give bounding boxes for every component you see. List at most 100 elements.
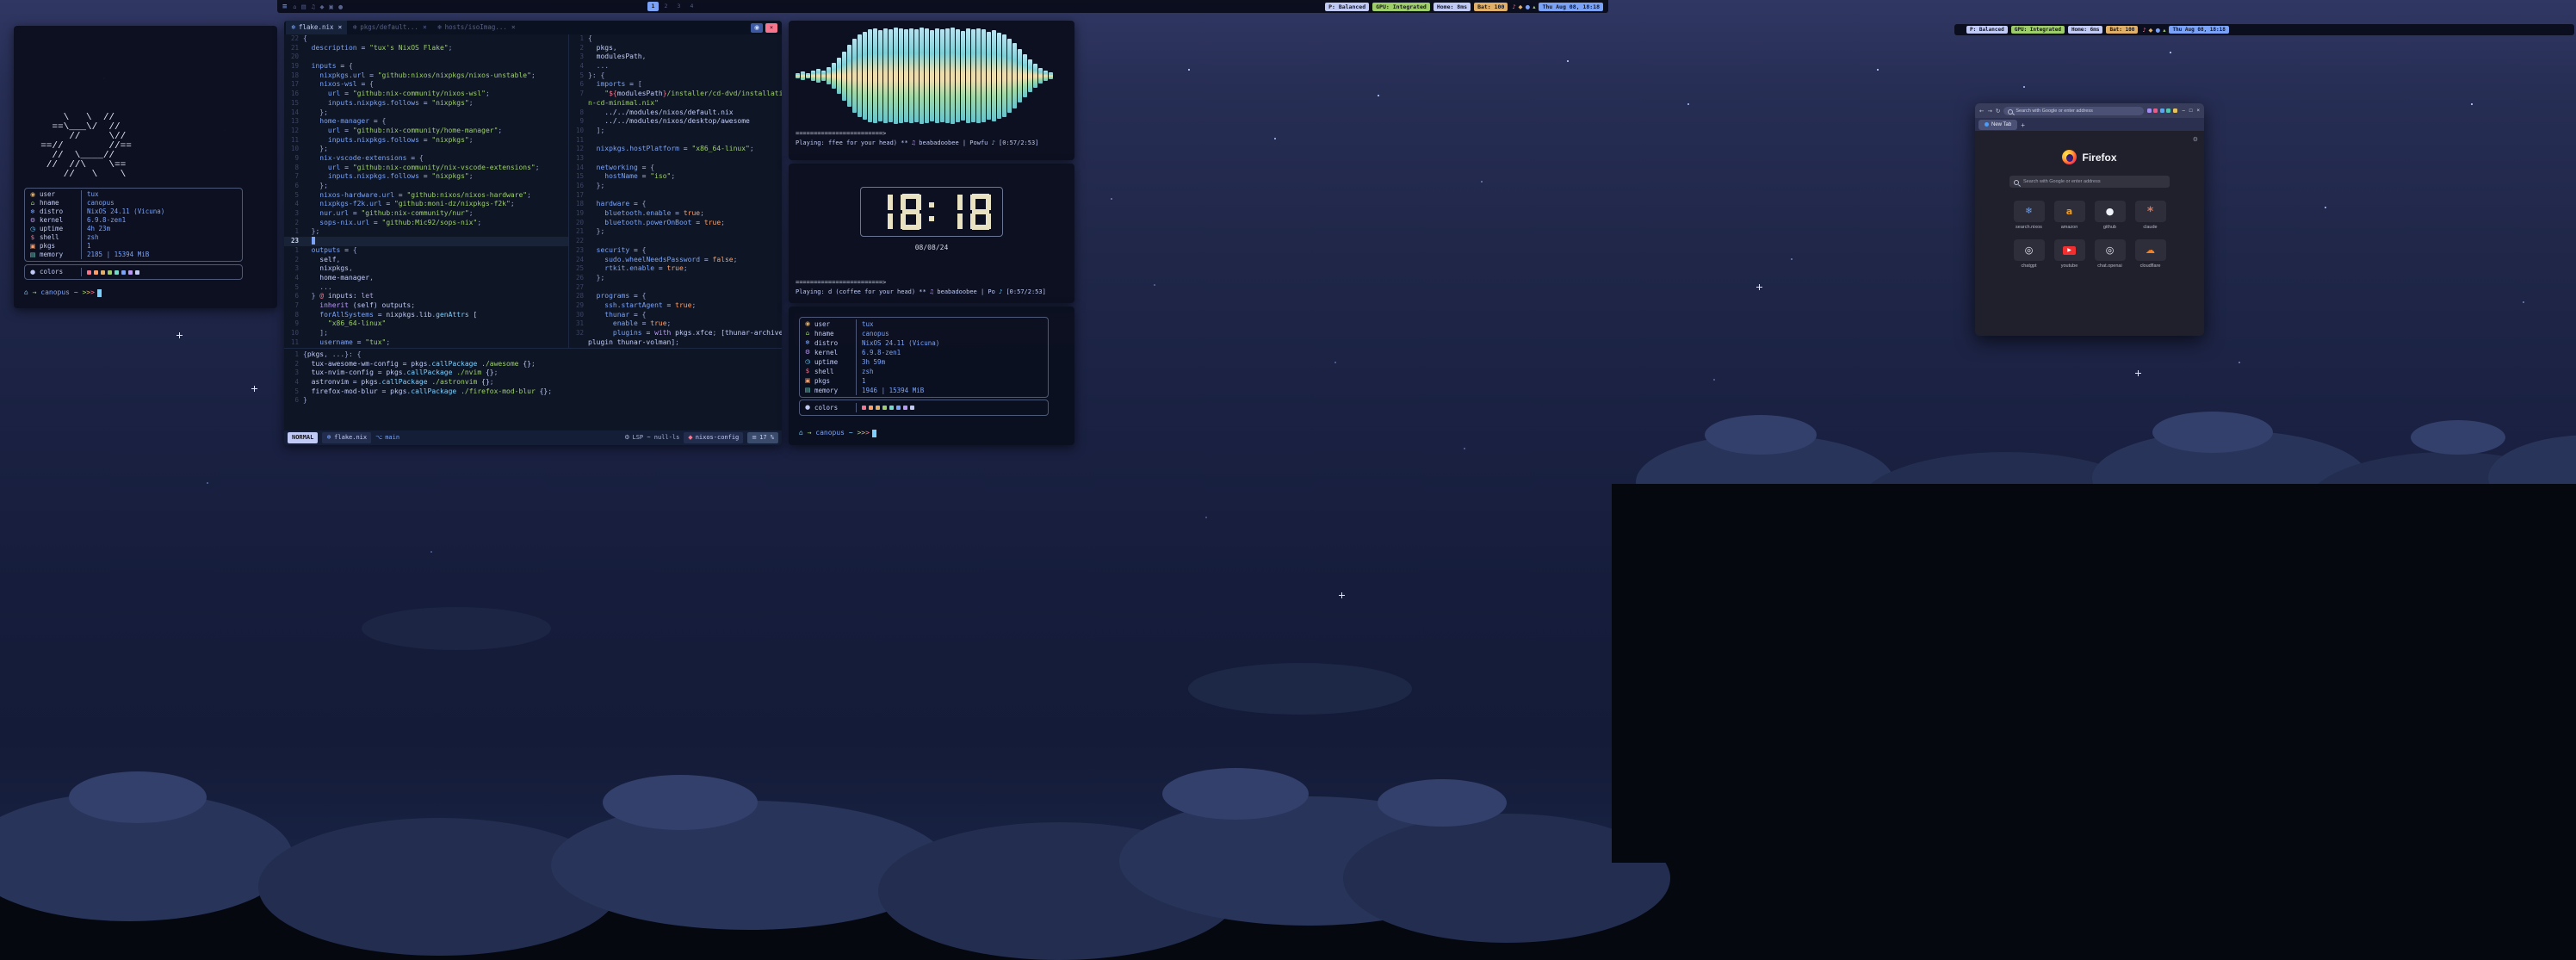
gear-icon[interactable]: ⚙ [2193,136,2198,143]
minimize-button[interactable]: – [2183,108,2185,114]
workspace-3[interactable]: 3 [673,2,684,11]
fetch-label: ⚙kernel [25,216,82,225]
hname-icon: ⌂ [804,329,811,338]
token: modulesPath [617,90,663,97]
code-line: 15 inputs.nixpkgs.follows = "nixpkgs"; [284,99,568,108]
buffer-pkgs-default[interactable]: 1{pkgs, ...}: {2 tux-awesome-wm-config =… [284,348,782,430]
token: = [337,62,349,70]
nav--icon[interactable]: ← [1979,108,1984,115]
nav--icon[interactable]: → [1987,108,1991,115]
tray-icon[interactable]: ▴ [2163,27,2165,34]
extension-icon[interactable] [2160,108,2164,113]
url-bar[interactable] [2003,107,2143,115]
code-text: } @ inputs: let [303,292,568,301]
line-number: 6 [569,80,588,90]
extension-icon[interactable] [2173,108,2177,113]
editor-tab-flake-nix[interactable]: ❄flake.nix× [286,21,347,34]
editor-tab-pkgs-default[interactable]: ❄pkgs/default...× [347,21,431,34]
shortcut-claude[interactable]: *claude [2132,201,2170,230]
maximize-button[interactable]: □ [2189,108,2193,114]
workspace-2[interactable]: 2 [660,2,672,11]
fetch-row: ◷uptime4h 23m [25,225,242,233]
shortcut-chat-openai[interactable]: ◎chat.openai [2091,239,2129,269]
shortcut-icon-card: ▶ [2054,239,2085,261]
token: callPackage [431,360,477,368]
tray-icon[interactable]: ● [1526,3,1531,10]
token: }; [597,227,605,235]
clock-chip[interactable]: Thu Aug 08, 18:18 [2169,26,2228,34]
tray-icon[interactable]: ◆ [2149,27,2153,34]
token [588,329,613,337]
browser-tab-new-tab[interactable]: New Tab [1978,120,2017,130]
token [303,246,312,254]
bar-chip-bat-100: Bat: 100 [2106,26,2138,34]
tray-icon[interactable]: ◆ [1519,3,1523,10]
code-line: 22{ [284,34,568,44]
code-text: nix-vscode-extensions = { [303,154,568,164]
workspace-4[interactable]: 4 [686,2,697,11]
shortcut-amazon[interactable]: aamazon [2051,201,2089,230]
extension-icon[interactable] [2166,108,2170,113]
close-button[interactable]: × [2196,108,2200,114]
token [588,319,613,327]
token: pkgs [307,350,324,358]
editor-close-button[interactable]: × [765,23,777,33]
editor-eye-button[interactable]: ◉ [751,23,763,33]
code-line: 4 ... [569,62,782,71]
tray-icon[interactable]: ♪ [1512,3,1515,10]
workspace-1[interactable]: 1 [647,2,659,11]
tag-icon[interactable]: ⌂ [293,3,296,10]
line-number: 10 [569,127,588,136]
editor-tab-hosts-isoimag[interactable]: ❄hosts/isoImag...× [432,21,521,34]
fetch-row: ⚙kernel6.9.8-zen1 [25,216,242,225]
tab-close-icon[interactable]: × [511,23,516,33]
nav--icon[interactable]: ↻ [1996,108,2000,115]
token: = [357,80,369,88]
tag-icon[interactable]: ◆ [320,3,325,10]
fetch-label-text: colors [40,268,63,276]
tray-icon[interactable]: ● [2156,27,2161,34]
token [588,164,597,171]
shortcut-search-nixos[interactable]: ❄search.nixos [2010,201,2048,230]
fetch-label-text: colors [814,403,838,412]
tray-icon[interactable]: ♪ [2142,27,2146,34]
extension-icon[interactable] [2147,108,2152,113]
tag-icon[interactable]: ● [338,3,344,10]
buffer-iso-image[interactable]: 1{2 pkgs,3 modulesPath,4 ...5}: {6 impor… [569,34,782,348]
search-icon [2014,180,2019,185]
code-line: 3 nixpkgs, [284,264,568,274]
fetch-row: ⌂hnamecanopus [25,199,242,207]
token: bluetooth [604,209,641,217]
tag-icon[interactable]: ♫ [311,3,316,10]
shortcut-youtube[interactable]: ▶youtube [2051,239,2089,269]
tag-icon[interactable]: ▤ [301,3,307,10]
code-line: 19 bluetooth.enable = true; [569,209,782,219]
shortcut-github[interactable]: ●github [2091,201,2129,230]
code-line: 20 bluetooth.powerOnBoot = true; [569,219,782,228]
buffer-flake-nix[interactable]: 22{21 description = "tux's NixOS Flake";… [284,34,568,348]
menu-icon[interactable]: ≡ [282,3,287,11]
code-line: 29 ssh.startAgent = true; [569,301,782,311]
shortcut-cloudflare[interactable]: ☁cloudflare [2132,239,2170,269]
tab-close-icon[interactable]: × [338,23,343,33]
shell-prompt[interactable]: ⌂ → canopus ~ >>> [799,429,876,437]
line-number: 17 [284,80,303,90]
clock-chip[interactable]: Thu Aug 08, 18:18 [1539,3,1603,11]
shell-prompt[interactable]: ⌂ → canopus ~ >>> [24,288,267,297]
extension-icon[interactable] [2153,108,2158,113]
line-number: 10 [284,145,303,154]
token: url [328,90,340,97]
token: "github:Mic92/sops-nix" [382,219,478,226]
line-number: 11 [569,136,588,146]
new-tab-button[interactable]: + [2021,121,2025,129]
tag-icon[interactable]: ▣ [329,3,334,10]
newtab-search-input[interactable] [2009,176,2170,188]
visualizer-bar [987,32,991,121]
audio-visualizer [796,27,1068,125]
shortcut-chatgpt[interactable]: ◎chatgpt [2010,239,2048,269]
tray-icon[interactable]: ▴ [1533,3,1535,10]
tab-close-icon[interactable]: × [423,23,427,33]
tab-label: hosts/isoImag... [445,23,507,33]
code-text [303,237,568,246]
editor-cursor [312,237,316,245]
